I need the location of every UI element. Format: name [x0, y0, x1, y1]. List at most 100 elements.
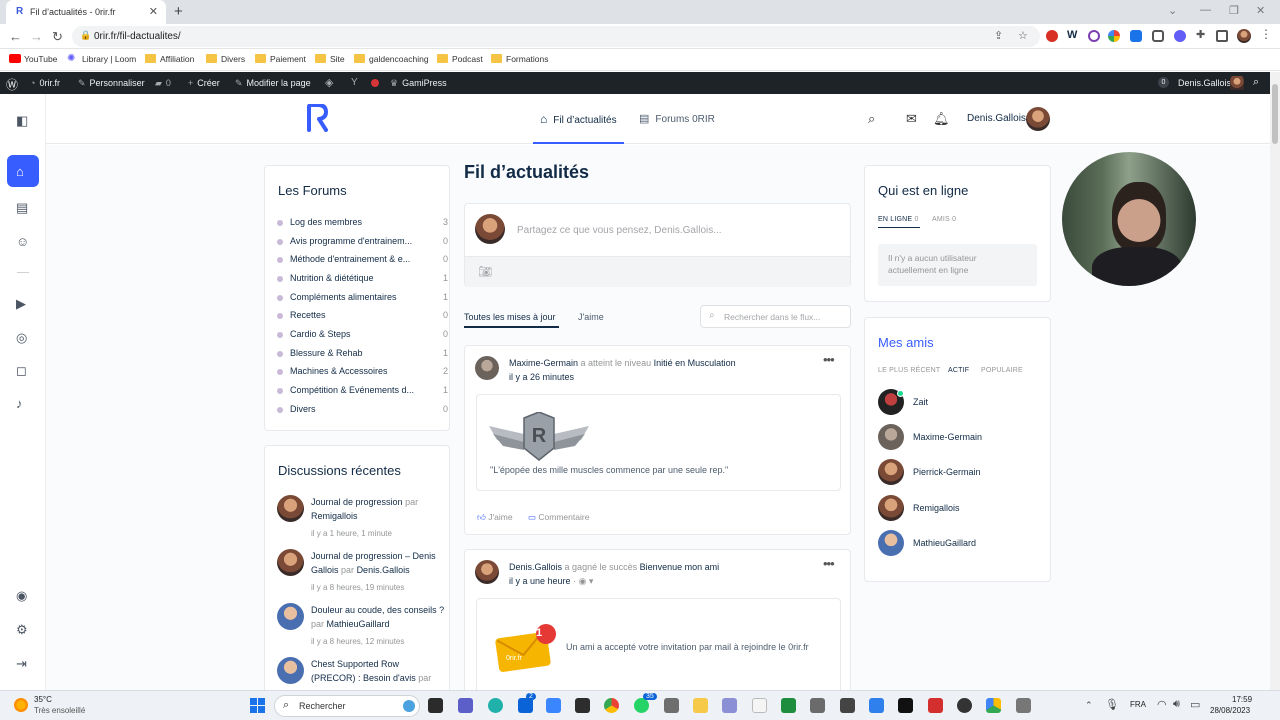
camera-icon[interactable]: 📷︎ — [478, 265, 492, 278]
loom-icon[interactable] — [1174, 30, 1186, 42]
friend-item[interactable]: Zait — [878, 389, 1018, 415]
battery-icon[interactable]: ▭ — [1190, 698, 1200, 711]
extension-icon[interactable] — [1088, 30, 1100, 42]
bookmark-affiliation[interactable]: Affiliation — [145, 54, 194, 64]
friend-name[interactable]: MathieuGaillard — [913, 538, 976, 548]
taskbar-search[interactable]: ⌕ Rechercher — [274, 695, 420, 717]
friend-name[interactable]: Maxime-Germain — [913, 432, 982, 442]
inbox-icon[interactable]: ✉ — [906, 111, 917, 127]
tiktok-icon[interactable]: ♪ — [16, 396, 30, 411]
notepad-icon[interactable] — [752, 698, 767, 713]
app-icon[interactable] — [810, 698, 825, 713]
diamond-icon[interactable]: ◈ — [325, 76, 333, 89]
friend-name[interactable]: Remigallois — [913, 503, 960, 513]
post-author-link[interactable]: Denis.Gallois — [509, 562, 562, 572]
wp-user-name[interactable]: Denis.Gallois — [1178, 78, 1231, 88]
logout-icon[interactable]: ⇥ — [16, 656, 30, 671]
globe-icon[interactable]: ◉ ▾ — [579, 576, 594, 586]
google-drive-icon[interactable] — [986, 698, 1001, 713]
spotify-icon[interactable]: ◎ — [16, 330, 30, 345]
new-tab-icon[interactable]: + — [174, 3, 183, 20]
post-time[interactable]: il y a une heure — [509, 576, 571, 586]
tab-active[interactable]: ACTIF — [948, 367, 969, 374]
app-icon[interactable] — [957, 698, 972, 713]
forums-icon[interactable]: ▤ — [16, 200, 30, 215]
author-avatar[interactable] — [277, 657, 304, 684]
friend-item[interactable]: Remigallois — [878, 495, 1018, 521]
app-icon[interactable] — [928, 698, 943, 713]
bookmark-formations[interactable]: Formations — [491, 54, 549, 64]
friend-item[interactable]: Maxime-Germain — [878, 424, 1018, 450]
yoast-icon[interactable]: Y — [351, 77, 358, 88]
bookmark-divers[interactable]: Divers — [206, 54, 245, 64]
clock-date[interactable]: 28/08/2023 — [1210, 706, 1250, 715]
tab-popular[interactable]: POPULAIRE — [981, 367, 1023, 374]
wp-comments-link[interactable]: ▰ 0 — [155, 78, 171, 89]
file-explorer-icon[interactable] — [693, 698, 708, 713]
weather-icon[interactable] — [14, 698, 28, 712]
app-icon[interactable] — [546, 698, 561, 713]
bookmark-loom[interactable]: ✺ Library | Loom — [67, 53, 136, 64]
friend-name[interactable]: Zait — [913, 397, 928, 407]
windows-start-icon[interactable] — [250, 698, 265, 713]
members-icon[interactable]: ☺ — [16, 234, 30, 249]
app-icon[interactable] — [1016, 698, 1031, 713]
tab-recent[interactable]: LE PLUS RÉCENT — [878, 367, 940, 374]
clock-time[interactable]: 17:59 — [1232, 695, 1252, 704]
header-user-name[interactable]: Denis.Gallois — [967, 113, 1026, 124]
discussion-topic-link[interactable]: Chest Supported Row (PRECOR) : Besoin d'… — [311, 659, 416, 683]
wikipedia-icon[interactable]: W — [1067, 29, 1079, 41]
app-icon[interactable] — [840, 698, 855, 713]
teams-icon[interactable] — [458, 698, 473, 713]
friends-title[interactable]: Mes amis — [878, 335, 934, 350]
mail-icon[interactable] — [518, 698, 533, 713]
url-bar[interactable]: 🔒 0rir.fr/fil-dactualites/ ⇪ ☆ — [72, 26, 1040, 47]
page-scrollbar[interactable] — [1270, 72, 1280, 690]
close-tab-icon[interactable]: ✕ — [149, 5, 158, 18]
task-view-icon[interactable] — [428, 698, 443, 713]
toggle-sidebar-icon[interactable]: ◧ — [16, 113, 30, 128]
post-time[interactable]: il y a 26 minutes — [509, 372, 574, 382]
bookmark-galdencoaching[interactable]: galdencoaching — [354, 54, 429, 64]
extension-icon[interactable] — [1108, 30, 1120, 42]
author-avatar[interactable] — [277, 495, 304, 522]
search-icon[interactable]: ⌕ — [1253, 76, 1259, 89]
app-icon[interactable] — [722, 698, 737, 713]
language-indicator[interactable]: FRA — [1130, 700, 1146, 709]
instagram-icon[interactable]: ◻ — [16, 363, 30, 378]
star-icon[interactable]: ☆ — [1018, 29, 1028, 42]
chevron-down-icon[interactable]: ⌄ — [1168, 4, 1177, 17]
friend-avatar[interactable] — [878, 495, 904, 521]
chrome-icon[interactable] — [604, 698, 619, 713]
more-options-icon[interactable]: ••• — [823, 352, 835, 367]
post-author-link[interactable]: Maxime-Germain — [509, 358, 578, 368]
microphone-icon[interactable]: 🎙︎ — [1105, 698, 1119, 711]
discussion-topic-link[interactable]: Journal de progression — [311, 497, 403, 507]
sidepanel-icon[interactable] — [1216, 30, 1228, 42]
friend-avatar[interactable] — [878, 424, 904, 450]
wp-user-avatar[interactable] — [1230, 76, 1244, 90]
home-icon[interactable]: ⌂ — [16, 164, 30, 179]
extension-icon[interactable] — [1152, 30, 1164, 42]
discussion-author-link[interactable]: Remigallois — [311, 511, 358, 521]
forward-icon[interactable]: → — [30, 29, 43, 44]
wp-gamipress-link[interactable]: ♛ GamiPress — [390, 78, 447, 89]
profile-icon[interactable]: ◉ — [16, 588, 30, 603]
like-button[interactable]: 👍︎ J'aime — [477, 512, 513, 523]
minimize-icon[interactable]: — — [1200, 4, 1211, 16]
profile-avatar[interactable] — [1237, 29, 1251, 43]
share-icon[interactable]: ⇪ — [994, 29, 1003, 42]
browser-tab[interactable]: R Fil d’actualités - 0rir.fr ✕ — [6, 0, 166, 24]
menu-icon[interactable]: ⋮ — [1260, 27, 1272, 41]
app-icon[interactable] — [575, 698, 590, 713]
gear-icon[interactable]: ⚙ — [16, 622, 30, 637]
wp-customize-link[interactable]: ✎ Personnaliser — [78, 78, 145, 89]
author-avatar[interactable] — [277, 603, 304, 630]
header-user-avatar[interactable] — [1026, 107, 1050, 131]
chevron-up-icon[interactable]: ⌃ — [1085, 700, 1093, 711]
puzzle-icon[interactable]: ✚ — [1196, 28, 1208, 41]
back-icon[interactable]: ← — [9, 29, 22, 44]
app-icon[interactable] — [869, 698, 884, 713]
wp-edit-page-link[interactable]: ✎ Modifier la page — [235, 78, 311, 89]
composer-input[interactable]: Partagez ce que vous pensez, Denis.Gallo… — [517, 225, 722, 236]
